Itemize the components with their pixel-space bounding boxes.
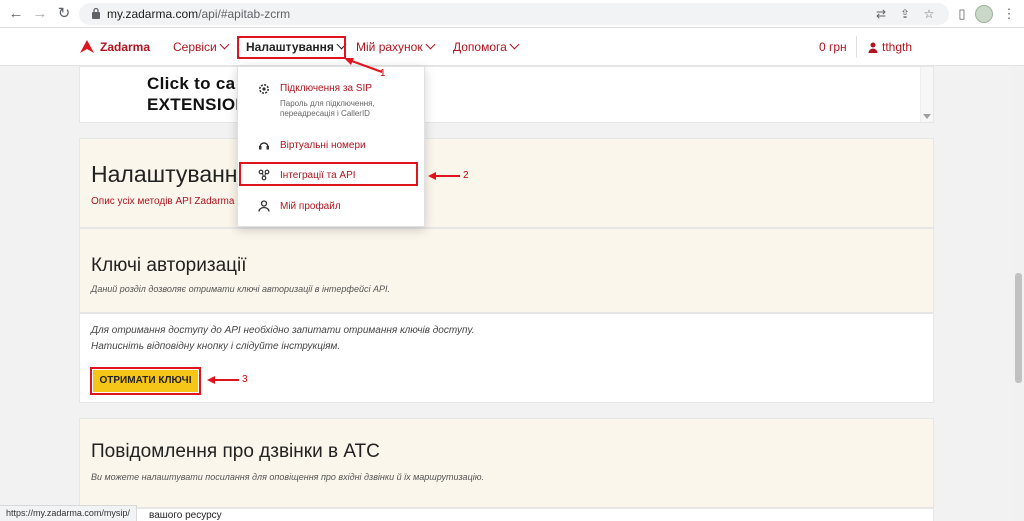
annotation-label-1: 1 — [380, 68, 386, 79]
auth-keys-title: Ключі авторизації — [91, 255, 247, 276]
pbx-notifications-section: Повідомлення про дзвінки в АТС Ви можете… — [79, 418, 934, 508]
sidepanel-icon[interactable]: ▯ — [952, 4, 972, 24]
page-scrollbar[interactable] — [1013, 66, 1024, 521]
gear-icon — [259, 84, 269, 94]
share-icon[interactable]: ⇪ — [897, 6, 913, 22]
auth-keys-body: Для отримання доступу до API необхідно з… — [79, 313, 934, 403]
logo-text: Zadarma — [100, 40, 151, 54]
chevron-down-icon — [918, 44, 924, 50]
annotation-arrowhead-2 — [428, 172, 436, 180]
browser-menu-icon[interactable]: ⋮ — [999, 4, 1019, 24]
menu-item-virtual-numbers[interactable]: Віртуальні номери — [238, 138, 424, 154]
menu-item-my-profile[interactable]: Мій профайл — [238, 199, 424, 215]
menu-item-description: Пароль для підключення, — [280, 99, 375, 108]
address-bar[interactable]: my.zadarma.com/api/#apitab-zcrm ⇄ ⇪ ☆ — [79, 3, 949, 25]
banner-scrollbar[interactable] — [920, 67, 933, 122]
menu-item-label: Підключення за SIP — [280, 83, 372, 94]
menu-item-label: Мій профайл — [280, 201, 341, 212]
annotation-box-1 — [237, 36, 346, 59]
back-icon[interactable]: ← — [6, 4, 26, 24]
status-bar-url: https://my.zadarma.com/mysip/ — [0, 505, 137, 521]
user-menu[interactable]: tthgth — [868, 40, 924, 54]
pbx-notifications-subtitle: Ви можете налаштувати посилання для опов… — [91, 472, 484, 482]
zadarma-logo[interactable]: Zadarma — [79, 39, 150, 55]
menu-item-label: Віртуальні номери — [280, 140, 366, 151]
menu-item-description: переадресація і CallerID — [280, 109, 370, 118]
page-scrollbar-thumb[interactable] — [1015, 273, 1022, 383]
user-icon — [258, 200, 270, 212]
api-methods-link[interactable]: Опис усіх методів API Zadarma — [91, 196, 234, 207]
nav-services[interactable]: Сервіси — [173, 39, 230, 54]
bookmark-star-icon[interactable]: ☆ — [921, 6, 937, 22]
logo-mark-icon — [80, 40, 94, 53]
user-icon — [868, 42, 878, 53]
chevron-down-icon — [425, 39, 436, 50]
username: tthgth — [882, 40, 913, 54]
nav-help[interactable]: Допомога — [453, 39, 520, 54]
forward-icon[interactable]: → — [30, 4, 50, 24]
reload-icon[interactable]: ↻ — [54, 4, 74, 24]
annotation-label-3: 3 — [242, 374, 248, 385]
banner-text: Click to ca EXTENSION — [147, 74, 248, 114]
extension-banner[interactable]: Click to ca EXTENSION — [79, 66, 934, 123]
site-header: Zadarma Сервіси Налаштування Мій рахунок… — [0, 28, 1024, 66]
lock-icon — [92, 7, 100, 19]
browser-profile-avatar[interactable] — [975, 5, 993, 23]
annotation-arrow-3 — [213, 379, 239, 381]
pbx-notifications-title: Повідомлення про дзвінки в АТС — [91, 441, 380, 462]
api-settings-section: Налаштуванн Опис усіх методів API Zadarm… — [79, 138, 934, 228]
chevron-down-icon — [219, 39, 230, 50]
nav-my-account[interactable]: Мій рахунок — [356, 39, 436, 54]
auth-keys-instructions: Для отримання доступу до API необхідно з… — [91, 325, 475, 352]
menu-item-sip[interactable]: Підключення за SIP Пароль для підключенн… — [238, 81, 424, 123]
page-title: Налаштуванн — [91, 161, 238, 187]
url-text: my.zadarma.com/api/#apitab-zcrm — [107, 7, 291, 21]
account-balance[interactable]: 0 грн — [819, 40, 847, 54]
annotation-label-2: 2 — [463, 170, 469, 181]
translate-icon[interactable]: ⇄ — [873, 6, 889, 22]
annotation-arrowhead-3 — [207, 376, 215, 384]
browser-toolbar: ← → ↻ my.zadarma.com/api/#apitab-zcrm ⇄ … — [0, 0, 1024, 28]
resource-label: вашого ресурсу — [149, 510, 222, 521]
chevron-down-icon — [509, 39, 520, 50]
annotation-box-3 — [90, 367, 201, 395]
headset-icon — [259, 142, 269, 150]
annotation-arrow-2 — [434, 175, 460, 177]
header-divider — [856, 36, 857, 58]
auth-keys-subtitle: Даний розділ дозволяє отримати ключі авт… — [91, 284, 391, 294]
annotation-box-2 — [239, 162, 418, 186]
settings-dropdown-menu: Підключення за SIP Пароль для підключенн… — [237, 66, 425, 227]
auth-keys-header: Ключі авторизації Даний розділ дозволяє … — [79, 228, 934, 313]
